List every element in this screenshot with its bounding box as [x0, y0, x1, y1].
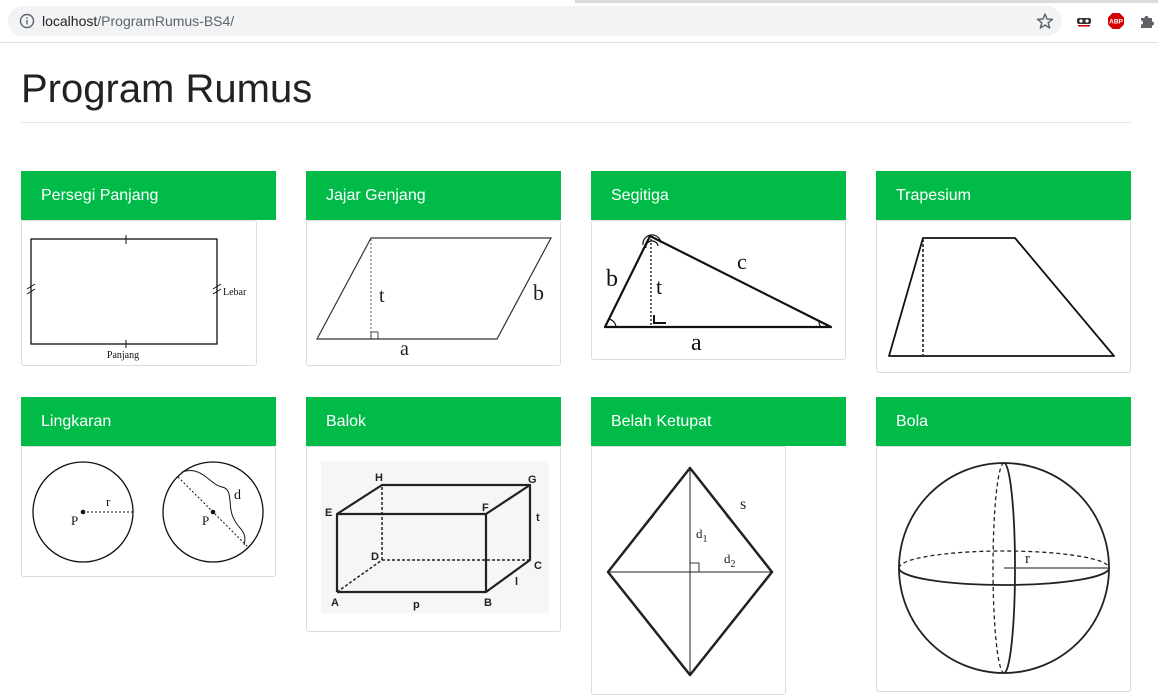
url-host: localhost	[42, 13, 98, 29]
svg-text:d1: d1	[696, 526, 708, 545]
length-label: p	[413, 599, 420, 611]
diagonal-1-subscript: 1	[703, 534, 708, 545]
trapezoid-diagram	[876, 220, 1131, 373]
url-text[interactable]: localhost/ProgramRumus-BS4/	[42, 12, 234, 30]
side-label: b	[533, 280, 544, 305]
triangle-diagram: b t c a	[591, 220, 846, 360]
rhombus-diagram: s d1 d2	[591, 446, 786, 695]
incognito-extension-icon[interactable]	[1075, 12, 1093, 30]
page-title: Program Rumus	[21, 67, 313, 111]
card-title: Jajar Genjang	[326, 187, 426, 204]
vertex-B: B	[484, 597, 492, 609]
vertex-D: D	[371, 551, 379, 563]
adblock-label: ABP	[1109, 19, 1123, 26]
vertex-A: A	[331, 597, 339, 609]
height-label: t	[656, 274, 662, 299]
left-side-label: b	[606, 266, 618, 292]
vertex-F: F	[482, 502, 489, 514]
title-divider	[21, 122, 1131, 123]
diagonal-2-subscript: 2	[731, 559, 736, 570]
height-label: t	[379, 285, 385, 307]
card-header-trapesium: Trapesium	[876, 171, 1131, 220]
star-icon[interactable]	[1036, 12, 1054, 30]
address-bar[interactable]: localhost/ProgramRumus-BS4/	[8, 6, 1062, 36]
radius-label: r	[1025, 551, 1030, 567]
vertex-G: G	[528, 474, 537, 486]
base-label: a	[691, 330, 702, 356]
diameter-label: d	[234, 488, 241, 503]
width-label: Lebar	[223, 287, 247, 298]
cuboid-diagram: H G E F D C A B t l p	[306, 446, 561, 632]
browser-toolbar: localhost/ProgramRumus-BS4/ ABP	[0, 0, 1158, 43]
width-label: l	[515, 576, 518, 588]
rectangle-diagram: Lebar Panjang	[21, 220, 257, 366]
card-header-bola: Bola	[876, 397, 1131, 446]
parallelogram-diagram: t b a	[306, 220, 561, 366]
card-title: Persegi Panjang	[41, 187, 159, 204]
card-header-belah-ketupat: Belah Ketupat	[591, 397, 846, 446]
tab-strip-edge	[575, 0, 1158, 3]
sphere-diagram: r	[876, 446, 1131, 692]
radius-label: r	[106, 494, 111, 509]
svg-text:d2: d2	[724, 551, 736, 570]
card-header-segitiga: Segitiga	[591, 171, 846, 220]
vertex-H: H	[375, 472, 383, 484]
height-label: t	[536, 512, 540, 524]
base-label: a	[400, 338, 409, 360]
url-path: /ProgramRumus-BS4/	[97, 13, 235, 29]
card-title: Bola	[896, 413, 929, 430]
card-title: Segitiga	[611, 187, 669, 204]
side-label: s	[740, 496, 746, 513]
card-title: Balok	[326, 413, 367, 430]
card-title: Lingkaran	[41, 413, 112, 430]
right-side-label: c	[737, 249, 747, 274]
card-title: Trapesium	[896, 187, 971, 204]
card-header-jajar-genjang: Jajar Genjang	[306, 171, 561, 220]
card-header-persegi-panjang: Persegi Panjang	[21, 171, 276, 220]
circle-diagram: r P d P	[21, 446, 276, 577]
card-header-lingkaran: Lingkaran	[21, 397, 276, 446]
card-header-balok: Balok	[306, 397, 561, 446]
adblock-plus-icon[interactable]: ABP	[1107, 12, 1125, 30]
vertex-C: C	[534, 560, 542, 572]
extensions-puzzle-icon[interactable]	[1138, 12, 1156, 30]
center-label-2: P	[202, 513, 209, 528]
card-title: Belah Ketupat	[611, 413, 712, 430]
center-label-1: P	[71, 513, 78, 528]
info-icon[interactable]	[19, 13, 35, 29]
vertex-E: E	[325, 507, 332, 519]
length-label: Panjang	[107, 350, 139, 361]
